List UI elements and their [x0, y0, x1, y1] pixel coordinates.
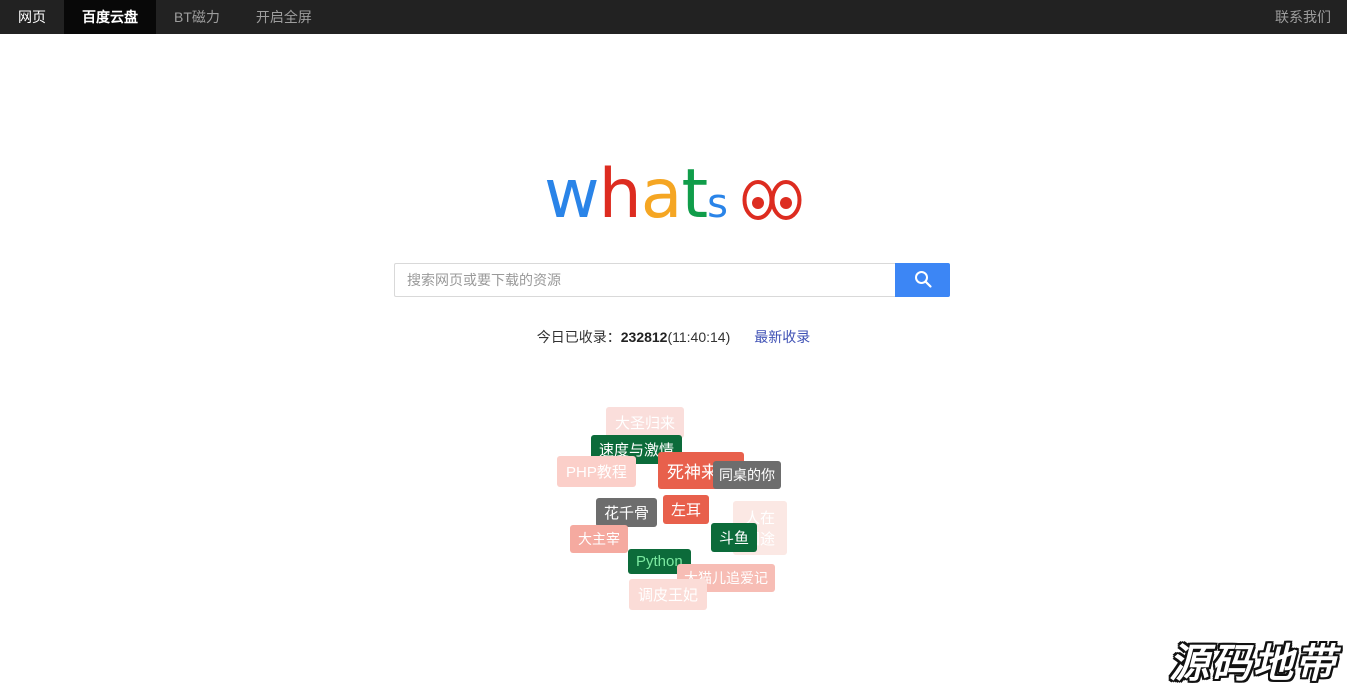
latest-records-link[interactable]: 最新收录: [754, 329, 810, 345]
logo-wordmark: whats: [544, 150, 728, 249]
eyes-icon: [741, 177, 803, 228]
logo-letter-a: a: [640, 155, 683, 234]
search-bar: [394, 263, 950, 297]
tag-cloud-item[interactable]: 大主宰: [570, 525, 628, 553]
stats-time-value: (11:40:14): [667, 329, 731, 345]
tag-cloud-item[interactable]: 花千骨: [596, 498, 658, 527]
tag-cloud-item[interactable]: 调皮王妃: [629, 579, 708, 610]
logo-letter-t: t: [681, 155, 708, 234]
tag-cloud: 大圣归来 速度与激情 PHP教程 死神来了 同桌的你 花千骨 左耳 人在囧途 大主宰 斗鱼 Pyth…: [0, 400, 1347, 610]
nav-item-contact-us[interactable]: 联系我们: [1257, 0, 1347, 34]
site-logo: whats: [0, 150, 1347, 240]
top-navbar: 网页 百度云盘 BT磁力 开启全屏 联系我们: [0, 0, 1347, 34]
stats-count-value: 232812: [620, 329, 668, 345]
tag-cloud-item[interactable]: PHP教程: [557, 456, 636, 487]
logo-letter-h: h: [598, 155, 642, 234]
watermark: 源码地带: [1169, 640, 1337, 687]
search-button[interactable]: [895, 263, 950, 297]
tag-cloud-item[interactable]: 同桌的你: [713, 461, 781, 489]
tag-cloud-item[interactable]: 左耳: [663, 495, 710, 524]
nav-item-fullscreen[interactable]: 开启全屏: [238, 0, 330, 34]
search-icon: [913, 269, 933, 292]
tag-cloud-item[interactable]: 大圣归来: [606, 407, 685, 438]
stats-prefix-label: 今日已收录：: [536, 329, 621, 345]
tag-cloud-item[interactable]: 斗鱼: [711, 523, 758, 552]
nav-item-bt-magnet[interactable]: BT磁力: [156, 0, 238, 34]
nav-item-webpage[interactable]: 网页: [0, 0, 64, 34]
logo-letter-s: s: [707, 181, 728, 227]
nav-item-baidu-pan[interactable]: 百度云盘: [64, 0, 156, 34]
stats-line: 今日已收录：232812(11:40:14) 最新收录: [0, 327, 1347, 347]
search-input[interactable]: [394, 263, 895, 297]
logo-letter-w: w: [544, 155, 600, 234]
